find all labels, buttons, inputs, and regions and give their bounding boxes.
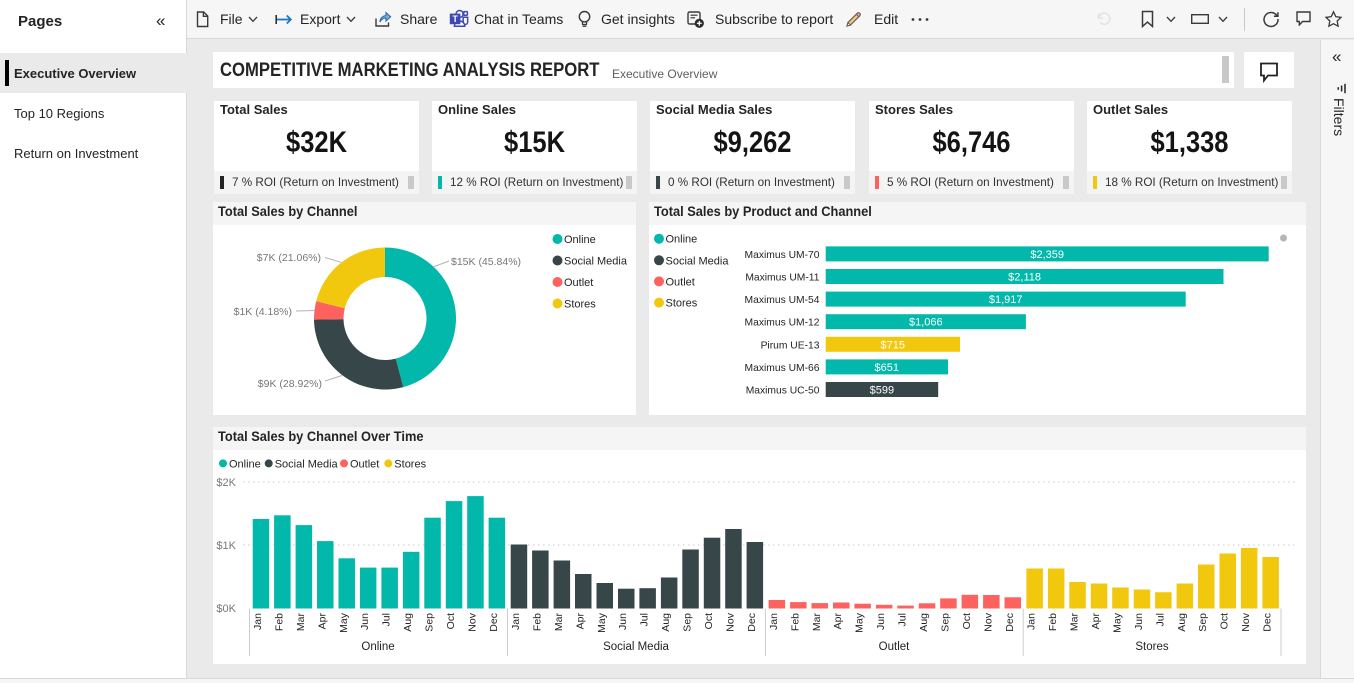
svg-text:$15K (45.84%): $15K (45.84%) [451,256,521,268]
svg-text:$2K: $2K [216,477,236,489]
svg-text:Nov: Nov [1240,612,1252,631]
svg-text:$1,917: $1,917 [989,294,1023,306]
svg-text:Feb: Feb [273,613,285,631]
svg-text:Mar: Mar [1069,613,1081,632]
svg-text:Jan: Jan [1026,613,1038,630]
svg-text:Jul: Jul [897,613,909,626]
svg-text:$1K (4.18%): $1K (4.18%) [234,306,292,318]
svg-text:May: May [596,612,608,633]
svg-text:May: May [854,612,866,633]
svg-text:Feb: Feb [531,613,543,631]
svg-text:Jun: Jun [875,613,887,630]
svg-text:Mar: Mar [811,613,823,632]
svg-text:Stores: Stores [564,299,596,311]
svg-text:Apr: Apr [574,613,586,630]
svg-text:$599: $599 [870,385,894,397]
svg-text:Nov: Nov [466,612,478,631]
svg-text:$1,066: $1,066 [909,317,943,329]
svg-text:Aug: Aug [1176,613,1188,632]
svg-text:Aug: Aug [918,613,930,632]
svg-text:Pirum UE-13: Pirum UE-13 [761,340,820,351]
svg-text:Jan: Jan [510,613,522,630]
svg-text:Stores: Stores [666,298,698,310]
svg-text:Maximus UM-70: Maximus UM-70 [745,250,820,261]
svg-text:Outlet: Outlet [666,276,695,288]
svg-text:$9K (28.92%): $9K (28.92%) [258,378,322,390]
svg-text:Jul: Jul [1154,613,1166,626]
svg-text:Jun: Jun [1133,613,1145,630]
svg-text:Nov: Nov [982,612,994,631]
svg-text:$651: $651 [875,362,899,374]
svg-text:$2,359: $2,359 [1030,249,1064,261]
svg-text:Social Media: Social Media [564,256,628,268]
svg-text:Feb: Feb [1047,613,1059,631]
svg-text:Online: Online [564,234,596,246]
svg-text:Outlet: Outlet [350,458,379,470]
svg-text:Apr: Apr [1090,613,1102,630]
svg-text:Feb: Feb [789,613,801,631]
svg-text:Jan: Jan [252,613,264,630]
svg-text:Jan: Jan [768,613,780,630]
svg-text:Online: Online [229,458,261,470]
svg-text:Jun: Jun [359,613,371,630]
svg-text:Outlet: Outlet [564,277,593,289]
svg-text:Oct: Oct [445,613,457,629]
svg-text:$1K: $1K [216,540,236,552]
svg-text:Nov: Nov [725,612,737,631]
svg-text:Social Media: Social Media [603,641,669,653]
svg-text:Apr: Apr [316,613,328,630]
svg-text:Mar: Mar [295,613,307,632]
svg-text:Apr: Apr [832,613,844,630]
svg-text:Jul: Jul [381,613,393,626]
svg-text:Maximus UM-66: Maximus UM-66 [745,363,820,374]
svg-text:Sep: Sep [424,613,436,632]
svg-text:Oct: Oct [961,613,973,629]
svg-text:Maximus UM-54: Maximus UM-54 [745,295,820,306]
svg-text:Sep: Sep [1197,613,1209,632]
svg-text:Online: Online [361,641,394,653]
svg-text:Jun: Jun [617,613,629,630]
svg-text:Stores: Stores [394,458,426,470]
svg-text:Dec: Dec [1004,613,1016,632]
svg-text:Dec: Dec [488,613,500,632]
svg-text:Oct: Oct [1219,613,1231,629]
svg-text:Social Media: Social Media [275,458,339,470]
svg-text:Outlet: Outlet [879,641,910,653]
svg-text:May: May [338,612,350,633]
svg-text:Sep: Sep [940,613,952,632]
svg-text:Online: Online [666,234,698,246]
svg-text:$0K: $0K [216,603,236,615]
svg-text:Maximus UM-12: Maximus UM-12 [745,318,820,329]
svg-text:Sep: Sep [682,613,694,632]
svg-text:Aug: Aug [660,613,672,632]
svg-text:Dec: Dec [746,613,758,632]
svg-text:$7K (21.06%): $7K (21.06%) [257,252,321,264]
svg-text:Maximus UC-50: Maximus UC-50 [746,386,820,397]
svg-text:Maximus UM-11: Maximus UM-11 [745,273,819,284]
svg-text:Dec: Dec [1262,613,1274,632]
svg-text:$2,118: $2,118 [1008,272,1041,284]
svg-text:Oct: Oct [703,613,715,629]
svg-text:Mar: Mar [553,613,565,632]
svg-text:Social Media: Social Media [666,255,730,267]
svg-text:$715: $715 [881,339,905,351]
svg-text:Stores: Stores [1135,641,1168,653]
svg-text:May: May [1112,612,1124,633]
svg-text:Jul: Jul [639,613,651,626]
svg-text:Aug: Aug [402,613,414,632]
